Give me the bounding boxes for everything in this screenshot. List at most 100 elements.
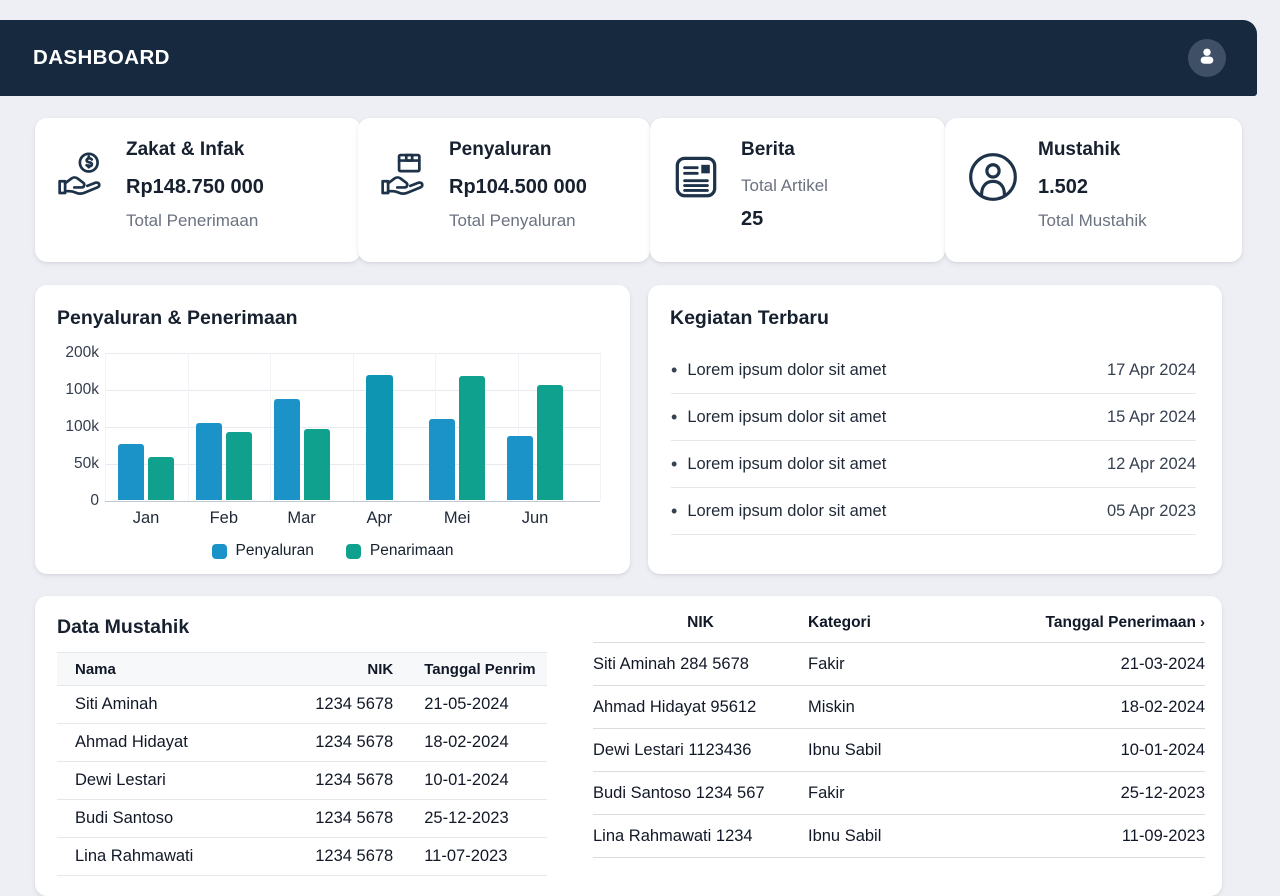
gridline xyxy=(270,353,271,501)
table-cell: 1234 5678 xyxy=(297,800,393,838)
x-axis-label: Jun xyxy=(522,509,549,528)
table-row: Lina Rahmawati 1234Ibnu Sabil11-09-2023 xyxy=(593,815,1205,858)
avatar[interactable] xyxy=(1188,39,1226,77)
activity-text: Lorem ipsum dolor sit amet xyxy=(687,455,886,474)
activity-date: 17 Apr 2024 xyxy=(1107,361,1196,380)
table-cell: 10-01-2024 xyxy=(983,729,1205,772)
table-cell: 1234 5678 xyxy=(297,838,393,876)
activity-item: •Lorem ipsum dolor sit amet05 Apr 2023 xyxy=(671,488,1196,535)
stat-value: 1.502 xyxy=(1038,175,1147,199)
table-cell: 1234 5678 xyxy=(297,762,393,800)
table-cell: 18-02-2024 xyxy=(983,686,1205,729)
y-axis-tick: 200k xyxy=(65,344,99,362)
chart-legend: Penyaluran Penarimaan xyxy=(35,542,630,560)
bar-penarimaan[interactable] xyxy=(537,385,563,500)
stat-value: Rp104.500 000 xyxy=(449,175,587,199)
table-cell: 1234 5678 xyxy=(297,724,393,762)
bullet-icon: • xyxy=(671,407,677,428)
table-cell: Siti Aminah 284 5678 xyxy=(593,643,808,686)
table-cell: Miskin xyxy=(808,686,983,729)
table-cell: Fakir xyxy=(808,772,983,815)
bar-penarimaan[interactable] xyxy=(226,432,252,500)
bar-penyaluran[interactable] xyxy=(118,444,144,500)
bar-penarimaan[interactable] xyxy=(304,429,330,500)
table-row: Siti Aminah1234 567821-05-2024 xyxy=(57,686,547,724)
stat-subtitle: Total Mustahik xyxy=(1038,210,1147,231)
stat-value: Rp148.750 000 xyxy=(126,175,264,199)
x-axis-label: Mar xyxy=(287,509,315,528)
stat-card-zakat: Zakat & Infak Rp148.750 000 Total Peneri… xyxy=(35,118,361,262)
col-header-nik: NIK xyxy=(593,604,808,643)
sort-header-tanggal-penerimaan[interactable]: Tanggal Penerimaan› xyxy=(983,604,1205,643)
page-title: DASHBOARD xyxy=(33,46,170,70)
activity-date: 05 Apr 2023 xyxy=(1107,502,1196,521)
activity-date: 12 Apr 2024 xyxy=(1107,455,1196,474)
legend-swatch xyxy=(346,544,361,559)
table-cell: Ahmad Hidayat 95612 xyxy=(593,686,808,729)
bar-penarimaan[interactable] xyxy=(366,375,393,500)
bar-penyaluran[interactable] xyxy=(507,436,533,500)
stat-subtitle: Total Penerimaan xyxy=(126,210,264,231)
table-row: Dewi Lestari1234 567810-01-2024 xyxy=(57,762,547,800)
y-axis-tick: 100k xyxy=(65,381,99,399)
activity-text: Lorem ipsum dolor sit amet xyxy=(687,502,886,521)
bar-penyaluran[interactable] xyxy=(274,399,300,500)
legend-item-penyaluran[interactable]: Penyaluran xyxy=(212,542,314,560)
stat-card-penyaluran: Penyaluran Rp104.500 000 Total Penyalura… xyxy=(358,118,650,262)
activity-date: 15 Apr 2024 xyxy=(1107,408,1196,427)
table-cell: 1234 5678 xyxy=(297,686,393,724)
col-header-tanggal: Tanggal Penrim xyxy=(393,653,547,686)
legend-swatch xyxy=(212,544,227,559)
chart-y-axis: 200k100k100k50k0 xyxy=(43,353,99,501)
activity-item: •Lorem ipsum dolor sit amet17 Apr 2024 xyxy=(671,347,1196,394)
chart-plot-area xyxy=(105,353,600,501)
stat-card-mustahik: Mustahik 1.502 Total Mustahik xyxy=(945,118,1242,262)
y-axis-tick: 100k xyxy=(65,418,99,436)
legend-label: Penarimaan xyxy=(370,542,454,560)
chevron-right-icon: › xyxy=(1200,614,1205,631)
bullet-icon: • xyxy=(671,360,677,381)
stat-subtitle: Total Penyaluran xyxy=(449,210,587,231)
table-row: Budi Santoso 1234 567Fakir25-12-2023 xyxy=(593,772,1205,815)
table-header-row: NIK Kategori Tanggal Penerimaan› xyxy=(593,604,1205,643)
table-cell: Ahmad Hidayat xyxy=(57,724,297,762)
activity-item: •Lorem ipsum dolor sit amet12 Apr 2024 xyxy=(671,441,1196,488)
hand-box-icon xyxy=(378,150,432,209)
table-row: Dewi Lestari 1123436Ibnu Sabil10-01-2024 xyxy=(593,729,1205,772)
table-cell: Dewi Lestari 1123436 xyxy=(593,729,808,772)
chart-x-axis: JanFebMarAprMeiJun xyxy=(105,509,600,531)
newspaper-icon xyxy=(670,151,724,208)
bar-penarimaan[interactable] xyxy=(148,457,174,500)
table-cell: Lina Rahmawati xyxy=(57,838,297,876)
bar-penyaluran[interactable] xyxy=(196,423,222,500)
top-bar: DASHBOARD xyxy=(0,20,1257,96)
bar-penarimaan[interactable] xyxy=(459,376,485,500)
table-row: Budi Santoso1234 567825-12-2023 xyxy=(57,800,547,838)
activity-text: Lorem ipsum dolor sit amet xyxy=(687,408,886,427)
table-header-row: Nama NIK Tanggal Penrim xyxy=(57,653,547,686)
gridline xyxy=(105,501,600,502)
table-cell: 10-01-2024 xyxy=(393,762,547,800)
table-cell: 11-09-2023 xyxy=(983,815,1205,858)
table-row: Lina Rahmawati1234 567811-07-2023 xyxy=(57,838,547,876)
col-header-nik: NIK xyxy=(297,653,393,686)
activity-card: Kegiatan Terbaru •Lorem ipsum dolor sit … xyxy=(648,285,1222,574)
table-cell: Ibnu Sabil xyxy=(808,815,983,858)
stat-card-berita: Berita Total Artikel 25 xyxy=(650,118,945,262)
stat-title: Zakat & Infak xyxy=(126,138,264,161)
table-cell: Budi Santoso 1234 567 xyxy=(593,772,808,815)
bar-penyaluran[interactable] xyxy=(429,419,455,500)
table-cell: 21-05-2024 xyxy=(393,686,547,724)
table-cell: Dewi Lestari xyxy=(57,762,297,800)
table-cell: Budi Santoso xyxy=(57,800,297,838)
legend-label: Penyaluran xyxy=(236,542,314,560)
stat-title: Mustahik xyxy=(1038,138,1147,161)
legend-item-penarimaan[interactable]: Penarimaan xyxy=(346,542,454,560)
chart-title: Penyaluran & Penerimaan xyxy=(57,307,298,330)
col-header-nama: Nama xyxy=(57,653,297,686)
table-cell: 18-02-2024 xyxy=(393,724,547,762)
gridline xyxy=(105,353,106,501)
gridline xyxy=(600,353,601,501)
chart-card: Penyaluran & Penerimaan 200k100k100k50k0… xyxy=(35,285,630,574)
x-axis-label: Jan xyxy=(133,509,160,528)
